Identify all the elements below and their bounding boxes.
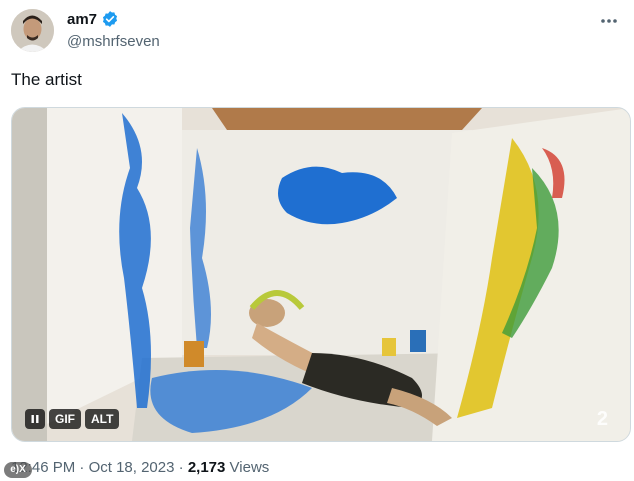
views-count: 2,173 — [187, 459, 226, 476]
gif-badge: GIF — [49, 409, 81, 429]
tweet-text: The artist — [11, 70, 82, 89]
views-label: Views — [229, 459, 270, 476]
pause-icon — [31, 415, 39, 423]
tweet-date[interactable]: Oct 18, 2023 — [89, 459, 175, 476]
gif-frame-image — [12, 108, 630, 441]
media-controls: GIF ALT — [25, 409, 120, 429]
avatar-image — [11, 9, 54, 52]
media-gif[interactable]: GIF ALT 2 — [11, 107, 631, 442]
overlay-logo: e)X — [4, 462, 32, 478]
video-watermark: 2 — [596, 408, 608, 430]
tweet-header: am7 @mshrfseven — [0, 0, 634, 60]
verified-badge-icon — [102, 11, 118, 27]
pause-button[interactable] — [25, 409, 45, 429]
alt-button[interactable]: ALT — [85, 409, 120, 429]
more-horizontal-icon[interactable] — [598, 10, 620, 32]
display-name[interactable]: am7 — [67, 11, 97, 28]
meta-separator: · — [178, 459, 184, 476]
name-row: am7 — [67, 10, 119, 28]
avatar[interactable] — [11, 9, 54, 52]
tweet-meta: 12:46 PM · Oct 18, 2023 · 2,173 Views — [11, 459, 269, 476]
meta-separator: · — [79, 459, 85, 476]
handle[interactable]: @mshrfseven — [67, 33, 160, 50]
